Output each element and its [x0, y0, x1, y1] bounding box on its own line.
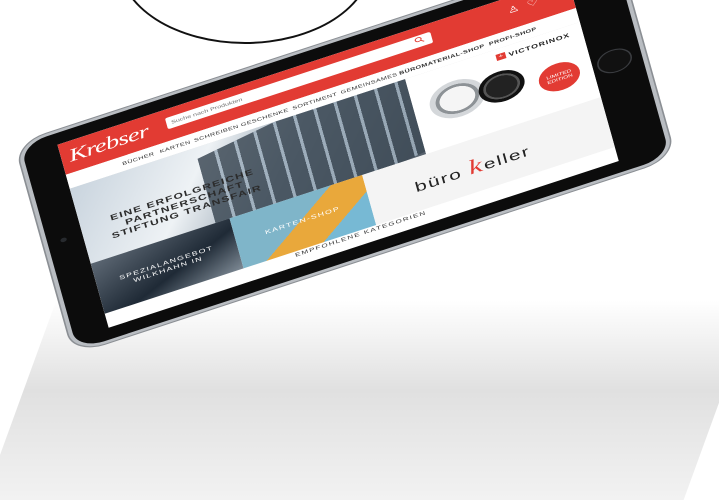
silver-watch-image: [425, 72, 490, 126]
cart-icon[interactable]: ⛟: [545, 0, 564, 4]
cross-icon: +: [495, 52, 507, 62]
buero-logo-prefix: büro: [413, 162, 472, 196]
user-icon[interactable]: ♙: [507, 2, 521, 16]
buero-logo-suffix: eller: [481, 142, 533, 173]
heart-icon[interactable]: ♡: [526, 0, 540, 10]
tablet: Krebser ⚲ ♙ ♡ ⛟ BÜCHER KARTEN SCHREIBEN …: [20, 0, 671, 350]
limited-edition-badge: LIMITED EDITION: [535, 57, 584, 97]
speech-bubble: [118, 0, 372, 44]
black-watch-image: [474, 64, 529, 109]
